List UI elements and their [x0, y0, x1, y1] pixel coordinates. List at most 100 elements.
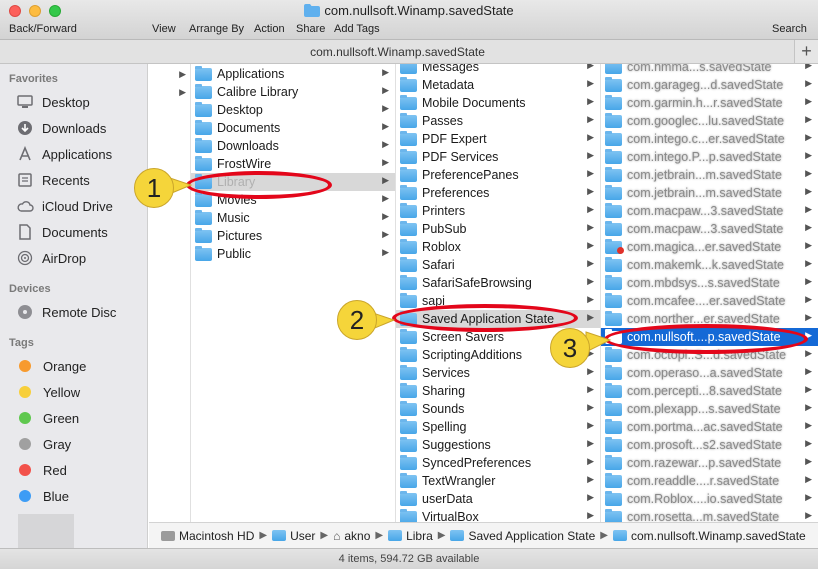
list-item[interactable]: Downloads ▶ [191, 137, 395, 155]
list-item[interactable]: Calibre Library ▶ [191, 83, 395, 101]
sidebar-tag-blue[interactable]: Blue [16, 485, 146, 507]
list-item[interactable]: Suggestions ▶ [396, 436, 600, 454]
list-item[interactable]: Sounds ▶ [396, 400, 600, 418]
list-item-label: userData [422, 492, 473, 506]
list-item[interactable]: userData ▶ [396, 490, 600, 508]
path-segment-users[interactable]: User [272, 529, 315, 543]
list-item[interactable]: Desktop ▶ [191, 101, 395, 119]
annotation-step-1: 1 [134, 168, 174, 208]
list-item[interactable]: Spelling ▶ [396, 418, 600, 436]
list-item[interactable]: VirtualBox ▶ [396, 508, 600, 522]
list-item-label: com.plexapp...s.savedState [627, 402, 781, 416]
list-item[interactable]: com.makemk...k.savedState ▶ [601, 256, 818, 274]
list-item[interactable]: com.Roblox....io.savedState ▶ [601, 490, 818, 508]
list-item[interactable]: SyncedPreferences ▶ [396, 454, 600, 472]
list-item[interactable]: com.intego.P...p.savedState ▶ [601, 148, 818, 166]
action-button[interactable]: Action [254, 23, 285, 35]
back-forward-button[interactable]: Back/Forward [9, 23, 77, 35]
folder-icon [400, 94, 417, 110]
arrange-by-button[interactable]: Arrange By [189, 23, 244, 35]
list-item[interactable]: Messages ▶ [396, 64, 600, 76]
list-item[interactable]: com.prosoft...s2.savedState ▶ [601, 436, 818, 454]
list-item[interactable]: com.portma...ac.savedState ▶ [601, 418, 818, 436]
chevron-right-icon: ▶ [805, 168, 812, 178]
list-item[interactable]: com.mbdsys...s.savedState ▶ [601, 274, 818, 292]
sidebar-item-airdrop[interactable]: AirDrop [16, 247, 146, 269]
sidebar-item-documents[interactable]: Documents [16, 221, 146, 243]
list-item-label: com.intego.P...p.savedState [627, 150, 782, 164]
list-item[interactable]: com.jetbrain...m.savedState ▶ [601, 184, 818, 202]
list-item[interactable]: Passes ▶ [396, 112, 600, 130]
sidebar-item-icloud-drive[interactable]: iCloud Drive [16, 195, 146, 217]
chevron-right-icon: ▶ [805, 438, 812, 448]
list-item[interactable]: com.hmma...s.savedState ▶ [601, 64, 818, 76]
list-item[interactable]: com.garageg...d.savedState ▶ [601, 76, 818, 94]
path-segment-current[interactable]: com.nullsoft.Winamp.savedState [612, 529, 806, 543]
chevron-right-icon: ▶ [382, 175, 389, 185]
list-item[interactable]: com.mcafee....er.savedState ▶ [601, 292, 818, 310]
sidebar-tag-orange[interactable]: Orange [16, 355, 146, 377]
list-item[interactable]: com.readdle....r.savedState ▶ [601, 472, 818, 490]
list-item[interactable]: Safari ▶ [396, 256, 600, 274]
list-item[interactable]: Music ▶ [191, 209, 395, 227]
list-item[interactable]: com.magica...er.savedState ▶ [601, 238, 818, 256]
folder-icon [400, 202, 417, 218]
list-item[interactable]: Applications ▶ [191, 65, 395, 83]
sidebar-item-downloads[interactable]: Downloads [16, 117, 146, 139]
list-item[interactable]: Public ▶ [191, 245, 395, 263]
list-item[interactable]: com.intego.c...er.savedState ▶ [601, 130, 818, 148]
list-item[interactable]: Preferences ▶ [396, 184, 600, 202]
folder-icon [450, 530, 465, 541]
list-item[interactable]: com.percepti...8.savedState ▶ [601, 382, 818, 400]
list-item[interactable]: PDF Expert ▶ [396, 130, 600, 148]
folder-icon [400, 184, 417, 200]
sidebar-item-label: Gray [43, 436, 72, 452]
view-button[interactable]: View [152, 23, 176, 35]
list-item[interactable]: Roblox ▶ [396, 238, 600, 256]
list-item[interactable]: com.macpaw...3.savedState ▶ [601, 220, 818, 238]
path-segment-home[interactable]: ⌂ akno [333, 529, 370, 543]
list-item-label: PreferencePanes [422, 168, 519, 182]
list-item[interactable]: Printers ▶ [396, 202, 600, 220]
list-item[interactable]: com.googlec...lu.savedState ▶ [601, 112, 818, 130]
chevron-right-icon: ▶ [587, 384, 594, 394]
path-segment-library[interactable]: Libra [388, 529, 433, 543]
list-item[interactable]: Sharing ▶ [396, 382, 600, 400]
add-tags-button[interactable]: Add Tags [334, 23, 380, 35]
path-segment-saved-state[interactable]: Saved Application State [450, 529, 595, 543]
tab-title[interactable]: com.nullsoft.Winamp.savedState [0, 45, 795, 59]
sidebar-item-remote-disc[interactable]: Remote Disc [16, 301, 146, 323]
list-item[interactable]: com.operaso...a.savedState ▶ [601, 364, 818, 382]
sidebar-tag-red[interactable]: Red [16, 459, 146, 481]
list-item[interactable]: PubSub ▶ [396, 220, 600, 238]
new-tab-button[interactable]: + [794, 40, 818, 63]
folder-icon [605, 202, 622, 218]
list-item[interactable]: com.razewar...p.savedState ▶ [601, 454, 818, 472]
list-item[interactable]: com.jetbrain...m.savedState ▶ [601, 166, 818, 184]
folder-icon [400, 274, 417, 290]
sidebar-item-desktop[interactable]: Desktop [16, 91, 146, 113]
column-browser-4: com.hmma...s.savedState ▶ com.garageg...d.… [601, 64, 818, 522]
list-item[interactable]: Pictures ▶ [191, 227, 395, 245]
sidebar-tag-green[interactable]: Green [16, 407, 146, 429]
list-item[interactable]: SafariSafeBrowsing ▶ [396, 274, 600, 292]
list-item[interactable]: Mobile Documents ▶ [396, 94, 600, 112]
folder-icon [400, 490, 417, 506]
path-segment-disk[interactable]: Macintosh HD [161, 529, 254, 543]
list-item[interactable]: FrostWire ▶ [191, 155, 395, 173]
sidebar-tag-yellow[interactable]: Yellow [16, 381, 146, 403]
list-item[interactable]: com.plexapp...s.savedState ▶ [601, 400, 818, 418]
list-item[interactable]: Documents ▶ [191, 119, 395, 137]
list-item[interactable]: PDF Services ▶ [396, 148, 600, 166]
list-item[interactable]: PreferencePanes ▶ [396, 166, 600, 184]
list-item[interactable]: com.rosetta...m.savedState ▶ [601, 508, 818, 522]
sidebar-item-recents[interactable]: Recents [16, 169, 146, 191]
list-item[interactable]: com.garmin.h...r.savedState ▶ [601, 94, 818, 112]
list-item[interactable]: TextWrangler ▶ [396, 472, 600, 490]
list-item[interactable]: Metadata ▶ [396, 76, 600, 94]
list-item[interactable]: com.macpaw...3.savedState ▶ [601, 202, 818, 220]
sidebar-item-applications[interactable]: Applications [16, 143, 146, 165]
sidebar-tag-gray[interactable]: Gray [16, 433, 146, 455]
search-button[interactable]: Search [772, 23, 807, 35]
share-button[interactable]: Share [296, 23, 325, 35]
